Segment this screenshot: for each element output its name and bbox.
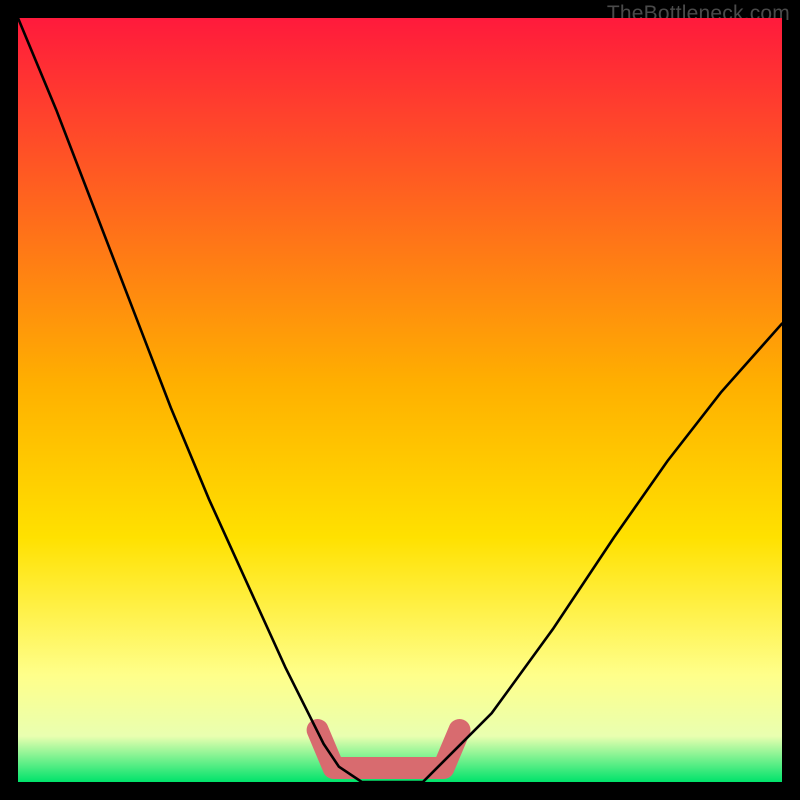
gradient-bg bbox=[18, 18, 782, 782]
chart-svg bbox=[18, 18, 782, 782]
chart-frame: TheBottleneck.com bbox=[0, 0, 800, 800]
plot-area bbox=[18, 18, 782, 782]
